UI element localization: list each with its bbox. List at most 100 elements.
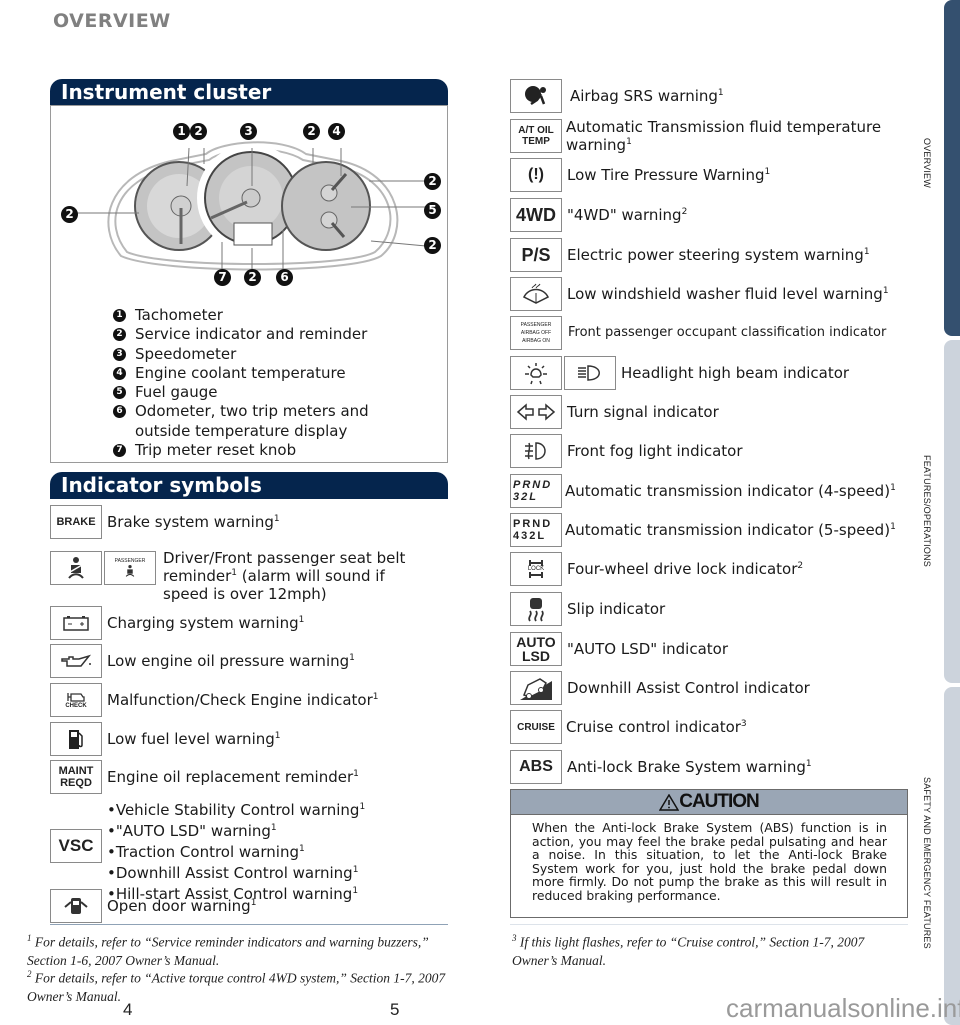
legend-number: 5 [113, 386, 126, 400]
indicator-at-oil-temp: A/T OIL TEMP Automatic Transmission flui… [510, 118, 886, 154]
4wd-lock-icon: LOCK [510, 552, 562, 586]
auto-lsd-icon: AUTO LSD [510, 632, 562, 666]
legend-item: 7 Trip meter reset knob [113, 441, 423, 460]
list-item: •"AUTO LSD" warning1 [107, 822, 277, 840]
indicator-label: Airbag SRS warning1 [570, 87, 724, 105]
indicator-label: Front passenger occupant classification … [568, 325, 887, 340]
indicator-high-beam: Headlight high beam indicator [510, 356, 849, 390]
warning-triangle-icon [659, 793, 680, 811]
callout-2: 2 [424, 173, 441, 190]
legend-item: 2 Service indicator and reminder [113, 325, 423, 344]
high-beam-icon [564, 356, 616, 390]
indicator-label: Automatic transmission indicator (4-spee… [565, 482, 896, 500]
indicator-power-steering: P/S Electric power steering system warni… [510, 238, 870, 272]
power-steering-icon: P/S [510, 238, 562, 272]
indicator-label: Engine oil replacement reminder1 [107, 768, 359, 786]
callout-4: 4 [328, 123, 345, 140]
indicator-label: Anti-lock Brake System warning1 [567, 758, 812, 776]
callout-2: 2 [424, 237, 441, 254]
check-engine-icon: CHECK [50, 683, 102, 717]
indicator-label: Cruise control indicator3 [566, 718, 747, 736]
indicator-vsc: VSC [50, 829, 102, 863]
callout-2: 2 [190, 123, 207, 140]
indicator-label: Open door warning1 [107, 897, 257, 915]
indicator-cruise: CRUISE Cruise control indicator3 [510, 710, 747, 744]
vsc-icon: VSC [50, 829, 102, 863]
legend-text: Engine coolant temperature [135, 363, 346, 382]
washer-fluid-icon [510, 277, 562, 311]
indicator-label: Automatic Transmission fluid temperature… [566, 118, 882, 154]
legend-text: Speedometer [135, 344, 237, 363]
side-tab-safety[interactable] [944, 687, 960, 1025]
indicator-tire-pressure: (!) Low Tire Pressure Warning1 [510, 158, 770, 192]
indicator-check-engine: CHECK Malfunction/Check Engine indicator… [50, 683, 378, 717]
indicator-label: Driver/Front passenger seat belt reminde… [163, 549, 406, 603]
legend-number: 2 [113, 328, 126, 342]
indicator-open-door: Open door warning1 [50, 889, 256, 923]
indicator-seat-belt: PASSENGER Driver/Front passenger seat be… [50, 549, 413, 603]
turn-signal-icon [510, 395, 562, 429]
indicator-label: Automatic transmission indicator (5-spee… [565, 521, 896, 539]
indicator-abs: ABS Anti-lock Brake System warning1 [510, 750, 812, 784]
indicator-label: Brake system warning1 [107, 513, 280, 531]
legend-item: 4 Engine coolant temperature [113, 364, 423, 383]
page-heading: OVERVIEW [53, 10, 171, 32]
footnote-3: 3 If this light flashes, refer to “Cruis… [512, 933, 865, 968]
indicator-brake: BRAKE Brake system warning1 [50, 505, 280, 539]
indicator-passenger-airbag: PASSENGER AIRBAG OFF AIRBAG ON Front pas… [510, 316, 886, 350]
indicator-at-5speed: PRND 432L Automatic transmission indicat… [510, 513, 896, 547]
indicator-label: Low engine oil pressure warning1 [107, 652, 355, 670]
indicator-label: Low Tire Pressure Warning1 [567, 166, 771, 184]
caution-header: CAUTION [511, 790, 907, 815]
side-tab-label-safety[interactable]: SAFETY AND EMERGENCY FEATURES [922, 777, 932, 949]
indicator-label: Malfunction/Check Engine indicator1 [107, 691, 379, 709]
indicator-slip: Slip indicator [510, 592, 665, 626]
at-5speed-icon: PRND 432L [510, 513, 562, 547]
indicator-label: Low windshield washer fluid level warnin… [567, 285, 889, 303]
passenger-airbag-icon: PASSENGER AIRBAG OFF AIRBAG ON [510, 316, 562, 350]
indicator-at-4speed: PRND 32L Automatic transmission indicato… [510, 474, 896, 508]
oil-can-icon [50, 644, 102, 678]
indicator-charging: Charging system warning1 [50, 606, 304, 640]
list-item: •Downhill Assist Control warning1 [107, 864, 359, 882]
instrument-cluster-title: Instrument cluster [50, 79, 448, 106]
slip-icon [510, 592, 562, 626]
divider-right [510, 924, 908, 925]
caution-box: CAUTION When the Anti-lock Brake System … [510, 789, 908, 918]
legend-text: Trip meter reset knob [135, 441, 297, 460]
legend-number: 3 [113, 347, 126, 361]
indicator-label: Charging system warning1 [107, 614, 305, 632]
maint-reqd-icon: MAINT REQD [50, 760, 102, 794]
instrument-cluster-panel: 1 2 3 2 4 2 5 2 2 7 2 6 1 Tachometer 2 Ser… [50, 105, 448, 463]
callout-2: 2 [303, 123, 320, 140]
side-tab-label-features[interactable]: FEATURES/OPERATIONS [922, 455, 932, 567]
caution-title: CAUTION [679, 791, 760, 812]
callout-2: 2 [244, 269, 261, 286]
callout-2: 2 [61, 206, 78, 223]
indicator-label: Slip indicator [567, 600, 666, 618]
side-tab-overview[interactable] [944, 0, 960, 336]
indicator-label: "AUTO LSD" indicator [567, 640, 729, 658]
side-tab-label-overview[interactable]: OVERVIEW [922, 138, 932, 188]
indicator-low-fuel: Low fuel level warning1 [50, 722, 281, 756]
legend-item: 3 Speedometer [113, 345, 423, 364]
divider-left [50, 924, 448, 925]
page-number-right: 5 [390, 1000, 400, 1019]
indicator-label: Headlight high beam indicator [621, 364, 850, 382]
indicator-label: Front fog light indicator [567, 442, 743, 460]
callout-1: 1 [173, 123, 190, 140]
at-oil-temp-icon: A/T OIL TEMP [510, 119, 562, 153]
headlight-icon [510, 356, 562, 390]
fuel-pump-icon [50, 722, 102, 756]
indicator-airbag: Airbag SRS warning1 [510, 79, 724, 113]
legend-number: 6 [113, 405, 126, 419]
indicator-label: Low fuel level warning1 [107, 730, 281, 748]
indicator-symbols-title: Indicator symbols [50, 472, 448, 499]
4wd-icon: 4WD [510, 198, 562, 232]
airbag-icon [510, 79, 562, 113]
indicator-4wd: 4WD "4WD" warning2 [510, 198, 687, 232]
legend-text: Tachometer [135, 306, 223, 324]
indicator-fog-light: Front fog light indicator [510, 434, 743, 468]
indicator-maint-reqd: MAINT REQD Engine oil replacement remind… [50, 760, 359, 794]
side-tab-features[interactable] [944, 340, 960, 683]
